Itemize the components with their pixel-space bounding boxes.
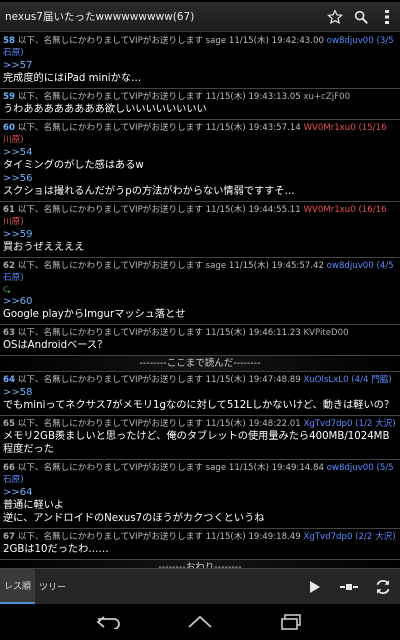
post-item[interactable]: 66 以下、名無しにかわりましてVIPがお送りします sage 11/15(木)… — [0, 460, 400, 529]
end-divider: --------おわり-------- — [0, 560, 400, 568]
post-number[interactable]: 67 — [3, 532, 15, 542]
post-body-line: 2GBは10だったわ…… — [3, 544, 109, 555]
post-meta: 以下、名無しにかわりましてVIPがお送りします 11/15(木) 19:49:1… — [17, 532, 301, 542]
home-icon[interactable] — [182, 607, 218, 637]
post-meta: 以下、名無しにかわりましてVIPがお送りします sage 11/15(木) 19… — [17, 261, 324, 271]
reply-anchor-link[interactable]: >>56 — [3, 172, 397, 185]
post-body-line: でもminiってネクサス7がメモリ1gなのに対して512Lしかないけど、動きは軽… — [3, 400, 395, 411]
post-item[interactable]: 64 以下、名無しにかわりましてVIPがお送りします 11/15(木) 19:4… — [0, 372, 400, 416]
action-bar: nexus7届いたったwwwwwwwww(67) — [0, 2, 400, 32]
bottom-toolbar: レス順 ツリー — [0, 568, 400, 604]
reply-anchor-link[interactable]: >>57 — [3, 59, 397, 72]
post-number[interactable]: 61 — [3, 205, 15, 215]
post-body-line: うわああああああああ欲しいいいいいいいい — [3, 104, 207, 115]
poster-id[interactable]: XgTvd7dp0 (2/2 大沢) — [303, 532, 395, 542]
post-body-line: スクショは撮れるんだがうpの方法がわからない情弱ですすそ… — [3, 186, 295, 197]
reply-anchor-link[interactable]: >>60 — [3, 295, 397, 308]
reply-arrow-icon: ⮎ — [3, 284, 12, 295]
post-number[interactable]: 64 — [3, 375, 15, 385]
post-number[interactable]: 58 — [3, 36, 15, 46]
overflow-menu-icon[interactable] — [374, 2, 400, 32]
post-number[interactable]: 59 — [3, 92, 15, 102]
poster-id[interactable]: KVPiteD00 — [303, 328, 348, 338]
posts-after-divider: 64 以下、名無しにかわりましてVIPがお送りします 11/15(木) 19:4… — [0, 372, 400, 560]
post-body-line: メモリ2GB羨ましいと思ったけど、俺のタブレットの使用量みたら400MB/102… — [3, 431, 390, 455]
post-header: 64 以下、名無しにかわりましてVIPがお送りします 11/15(木) 19:4… — [3, 374, 397, 386]
thread-title: nexus7届いたったwwwwwwwww(67) — [5, 11, 195, 23]
post-number[interactable]: 63 — [3, 328, 15, 338]
post-header: 66 以下、名無しにかわりましてVIPがお送りします sage 11/15(木)… — [3, 462, 397, 486]
post-body-line: 買おうぜええええ — [3, 242, 85, 253]
reply-anchor-link[interactable]: >>64 — [3, 486, 397, 499]
post-meta: 以下、名無しにかわりましてVIPがお送りします 11/15(木) 19:46:1… — [17, 328, 301, 338]
post-body-line: 普通に軽いよ — [3, 500, 64, 511]
post-body-line: 逆に、アンドロイドのNexus7のほうがカクつくというね — [3, 513, 265, 524]
reply-anchor-link[interactable]: >>59 — [3, 228, 397, 241]
post-header: 60 以下、名無しにかわりましてVIPがお送りします 11/15(木) 19:4… — [3, 122, 397, 146]
play-icon[interactable] — [298, 569, 332, 605]
post-item[interactable]: 65 以下、名無しにかわりましてVIPがお送りします 11/15(木) 19:4… — [0, 416, 400, 460]
recent-apps-icon[interactable] — [273, 607, 309, 637]
post-header: 63 以下、名無しにかわりましてVIPがお送りします 11/15(木) 19:4… — [3, 327, 397, 339]
post-body-line: Google playからImgurマッシュ落とせ — [3, 309, 186, 320]
star-icon[interactable] — [322, 2, 348, 32]
refresh-icon[interactable] — [366, 569, 400, 605]
post-body-line: OSはAndroidベース？ — [3, 340, 108, 351]
post-meta: 以下、名無しにかわりましてVIPがお送りします 11/15(木) 19:44:5… — [17, 205, 301, 215]
post-item[interactable]: 67 以下、名無しにかわりましてVIPがお送りします 11/15(木) 19:4… — [0, 529, 400, 560]
jump-icon[interactable] — [332, 569, 366, 605]
post-number[interactable]: 65 — [3, 419, 15, 429]
post-list[interactable]: 58 以下、名無しにかわりましてVIPがお送りします sage 11/15(木)… — [0, 33, 400, 568]
reply-anchor-link[interactable]: >>58 — [3, 386, 397, 399]
poster-id[interactable]: XuOlsLxL0 (4/4 門脇) — [303, 375, 391, 385]
post-number[interactable]: 62 — [3, 261, 15, 271]
tab-res-order[interactable]: レス順 — [0, 569, 36, 604]
post-item[interactable]: 58 以下、名無しにかわりましてVIPがお送りします sage 11/15(木)… — [0, 33, 400, 89]
post-header: 59 以下、名無しにかわりましてVIPがお送りします 11/15(木) 19:4… — [3, 91, 397, 103]
post-header: 61 以下、名無しにかわりましてVIPがお送りします 11/15(木) 19:4… — [3, 204, 397, 228]
post-item[interactable]: 60 以下、名無しにかわりましてVIPがお送りします 11/15(木) 19:4… — [0, 120, 400, 202]
post-body-line: タイミングのがした感はあるw — [3, 160, 144, 171]
post-header: 58 以下、名無しにかわりましてVIPがお送りします sage 11/15(木)… — [3, 35, 397, 59]
post-item[interactable]: 61 以下、名無しにかわりましてVIPがお送りします 11/15(木) 19:4… — [0, 202, 400, 258]
reply-anchor-link[interactable]: >>54 — [3, 146, 397, 159]
post-meta: 以下、名無しにかわりましてVIPがお送りします 11/15(木) 19:43:1… — [17, 92, 301, 102]
post-item[interactable]: 59 以下、名無しにかわりましてVIPがお送りします 11/15(木) 19:4… — [0, 89, 400, 120]
poster-id[interactable]: XgTvd7dp0 (1/2 大沢) — [303, 419, 395, 429]
post-meta: 以下、名無しにかわりましてVIPがお送りします sage 11/15(木) 19… — [17, 36, 324, 46]
back-icon[interactable] — [91, 607, 127, 637]
post-item[interactable]: 62 以下、名無しにかわりましてVIPがお送りします sage 11/15(木)… — [0, 258, 400, 325]
tab-tree[interactable]: ツリー — [35, 569, 70, 604]
post-meta: 以下、名無しにかわりましてVIPがお送りします 11/15(木) 19:43:5… — [17, 123, 301, 133]
post-body-line: 完成度的にはiPad miniかな… — [3, 73, 142, 84]
post-header: 67 以下、名無しにかわりましてVIPがお送りします 11/15(木) 19:4… — [3, 531, 397, 543]
post-item[interactable]: 63 以下、名無しにかわりましてVIPがお送りします 11/15(木) 19:4… — [0, 325, 400, 356]
poster-id[interactable]: xu+cZjF00 — [303, 92, 350, 102]
post-number[interactable]: 60 — [3, 123, 15, 133]
post-meta: 以下、名無しにかわりましてVIPがお送りします 11/15(木) 19:48:2… — [17, 419, 301, 429]
post-meta: 以下、名無しにかわりましてVIPがお送りします sage 11/15(木) 19… — [17, 463, 324, 473]
posts-before-divider: 58 以下、名無しにかわりましてVIPがお送りします sage 11/15(木)… — [0, 33, 400, 356]
post-meta: 以下、名無しにかわりましてVIPがお送りします 11/15(木) 19:47:4… — [17, 375, 301, 385]
post-header: 65 以下、名無しにかわりましてVIPがお送りします 11/15(木) 19:4… — [3, 418, 397, 430]
search-icon[interactable] — [348, 2, 374, 32]
post-header: 62 以下、名無しにかわりましてVIPがお送りします sage 11/15(木)… — [3, 260, 397, 284]
read-marker-divider: --------ここまで読んだ-------- — [0, 356, 400, 372]
system-nav-bar — [0, 604, 400, 640]
post-number[interactable]: 66 — [3, 463, 15, 473]
